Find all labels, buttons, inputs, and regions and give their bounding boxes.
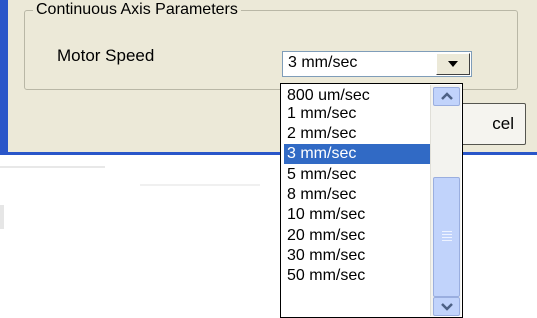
dropdown-option[interactable]: 800 um/sec (284, 86, 430, 106)
motor-speed-label: Motor Speed (57, 46, 155, 65)
dropdown-option[interactable]: 8 mm/sec (284, 185, 430, 205)
dropdown-scrollbar[interactable] (430, 85, 461, 316)
motor-speed-value: 3 mm/sec (288, 54, 358, 71)
scroll-up-button[interactable] (433, 87, 460, 106)
background-artifact (0, 166, 105, 168)
thumb-grip-line (442, 231, 452, 232)
motor-speed-combo[interactable]: 3 mm/sec (282, 51, 472, 77)
motor-speed-dropdown-list[interactable]: 800 um/sec 1 mm/sec 2 mm/sec 3 mm/sec 5 mm/s… (280, 83, 463, 318)
scroll-thumb[interactable] (433, 177, 460, 297)
combo-dropdown-button[interactable] (436, 53, 470, 75)
thumb-grip-line (442, 234, 452, 235)
chevron-down-icon (448, 61, 458, 67)
dropdown-option[interactable]: 3 mm/sec (284, 144, 430, 164)
dropdown-option[interactable]: 1 mm/sec (284, 104, 430, 124)
thumb-grip-line (442, 240, 452, 241)
group-title: Continuous Axis Parameters (33, 0, 241, 20)
dropdown-option[interactable]: 20 mm/sec (284, 226, 430, 246)
dropdown-option[interactable]: 50 mm/sec (284, 266, 430, 286)
scroll-up-arrow-icon (441, 92, 453, 100)
scroll-down-arrow-icon (441, 303, 453, 311)
dropdown-option[interactable]: 2 mm/sec (284, 124, 430, 144)
scroll-down-button[interactable] (433, 297, 460, 316)
window-frame-edge (0, 0, 8, 155)
thumb-grip-line (442, 237, 452, 238)
dropdown-option[interactable]: 30 mm/sec (284, 246, 430, 266)
background-artifact (0, 205, 4, 229)
dropdown-option[interactable]: 5 mm/sec (284, 165, 430, 185)
background-artifact (140, 184, 260, 186)
dropdown-option[interactable]: 10 mm/sec (284, 205, 430, 225)
